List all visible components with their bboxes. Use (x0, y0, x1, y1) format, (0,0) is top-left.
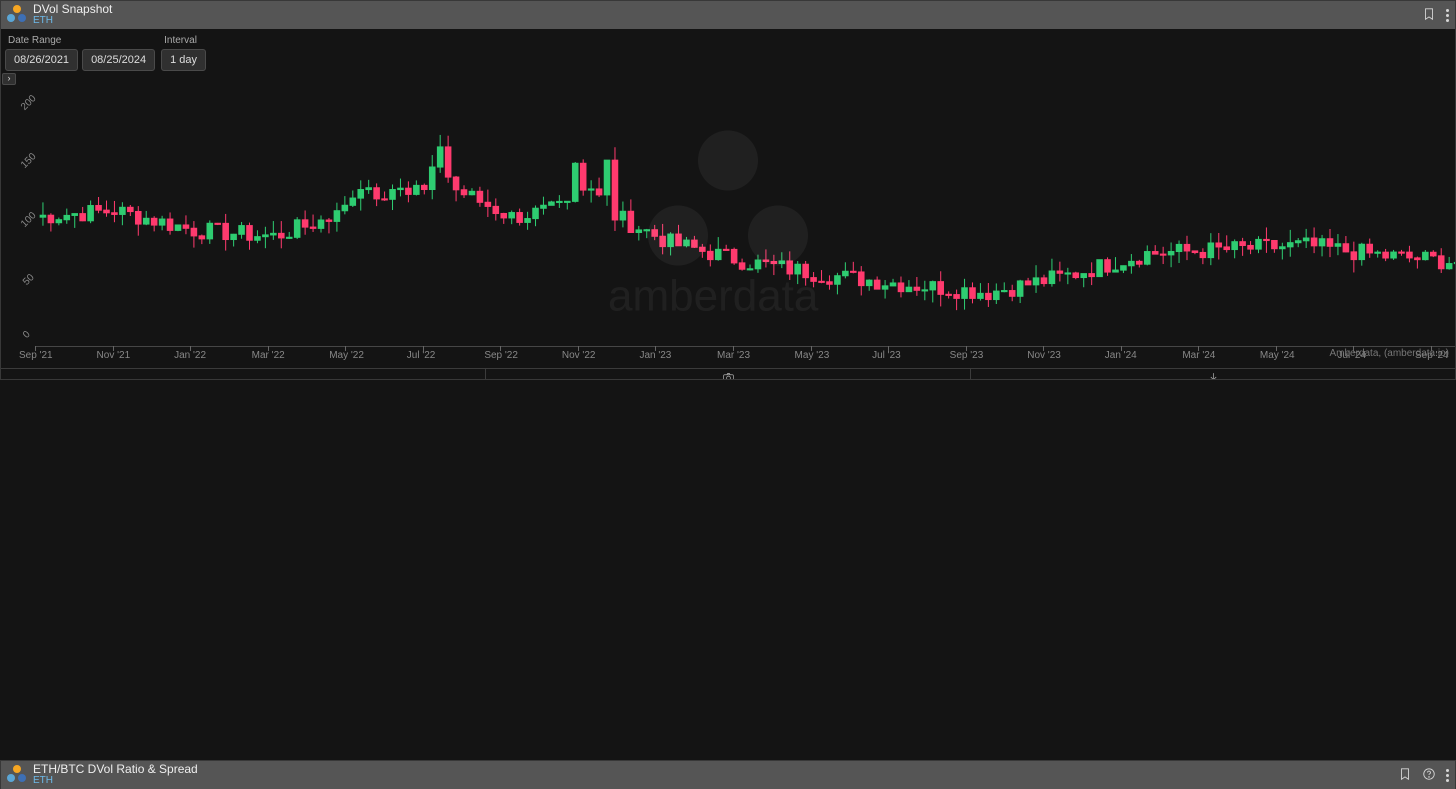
panel-title: ETH/BTC DVol Ratio & Spread (33, 763, 198, 775)
x-tick: Jan '22 (174, 350, 206, 361)
y-tick: 0 (21, 329, 33, 341)
x-tick: Jul '22 (407, 350, 436, 361)
panel-controls: Date Range 08/26/2021 08/25/2024 Interva… (1, 29, 1455, 73)
x-tick: Sep '21 (19, 350, 53, 361)
date-range-label: Date Range (8, 35, 155, 46)
x-tick: Nov '22 (562, 350, 596, 361)
help-icon[interactable] (1422, 767, 1436, 784)
x-tick: May '22 (329, 350, 364, 361)
x-tick: May '24 (1260, 350, 1295, 361)
x-tick: Nov '23 (1027, 350, 1061, 361)
amberdata-logo-icon (7, 5, 27, 25)
date-end-input[interactable]: 08/25/2024 (82, 49, 155, 71)
more-menu-icon[interactable] (1446, 9, 1449, 22)
x-tick: Jan '24 (1105, 350, 1137, 361)
interval-select[interactable]: 1 day (161, 49, 206, 71)
x-tick: Sep '23 (950, 350, 984, 361)
x-tick: Mar '23 (717, 350, 750, 361)
x-tick: May '23 (795, 350, 830, 361)
panel-header: ETH/BTC DVol Ratio & Spread ETH (1, 761, 1455, 789)
x-tick: Nov '21 (97, 350, 131, 361)
x-tick: Mar '22 (252, 350, 285, 361)
bookmark-icon[interactable] (1422, 7, 1436, 24)
attribution: Amberdata, (amberdata.io) (1329, 348, 1449, 359)
download-icon[interactable] (971, 369, 1455, 380)
more-menu-icon[interactable] (1446, 769, 1449, 782)
panel-dvol-snapshot: DVol Snapshot ETH Date Range 08/26/2021 … (0, 0, 1456, 380)
x-tick: Jul '23 (872, 350, 901, 361)
panel-asset[interactable]: ETH (33, 15, 112, 27)
bookmark-icon[interactable] (1398, 767, 1412, 784)
screenshot-icon[interactable] (486, 369, 971, 380)
toolbar-slot-left[interactable] (1, 369, 486, 380)
panel-toolbar (1, 368, 1455, 380)
panel-title: DVol Snapshot (33, 3, 112, 15)
date-start-input[interactable]: 08/26/2021 (5, 49, 78, 71)
amberdata-logo-icon (7, 765, 27, 785)
panel-asset[interactable]: ETH (33, 775, 198, 787)
collapse-toggle-icon[interactable]: › (2, 73, 16, 85)
x-tick: Jan '23 (639, 350, 671, 361)
chart-dvol-candles[interactable]: amberdata 0 50 100 150 200 (9, 87, 1447, 347)
x-tick: Sep '22 (484, 350, 518, 361)
x-axis: Sep '21Nov '21Jan '22Mar '22May '22Jul '… (35, 350, 1447, 368)
panel-dvol-ratio: ETH/BTC DVol Ratio & Spread ETH Date Ran… (0, 760, 1456, 789)
interval-label: Interval (164, 35, 206, 46)
panel-header: DVol Snapshot ETH (1, 1, 1455, 29)
x-tick: Mar '24 (1182, 350, 1215, 361)
